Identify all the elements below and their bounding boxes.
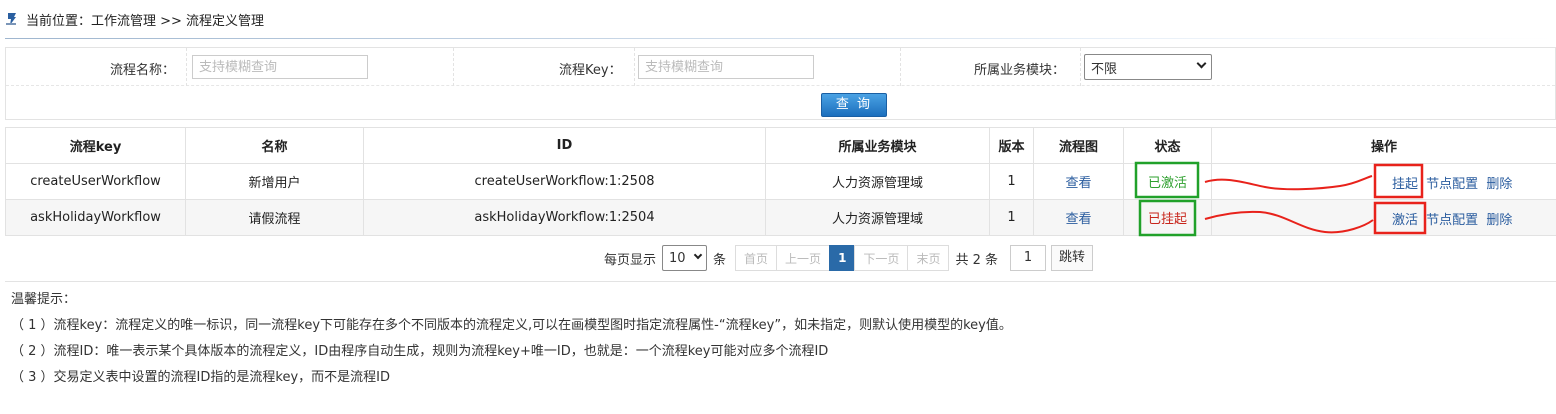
cell-module: 人力资源管理域: [765, 163, 990, 200]
cell-status: 已激活: [1123, 163, 1212, 200]
page-buttons: 首页 上一页 1 下一页 末页: [735, 245, 950, 271]
suspend-link[interactable]: 挂起: [1392, 177, 1418, 192]
search-panel: 流程名称： 流程Key： 所属业务模块： 不限 查 询: [5, 47, 1556, 120]
per-page-select[interactable]: 10: [662, 245, 708, 271]
cell-diagram: 查看: [1033, 163, 1124, 200]
process-name-input[interactable]: [192, 55, 368, 79]
col-header-id: ID: [363, 127, 766, 164]
delete-link[interactable]: 删除: [1486, 177, 1512, 192]
per-page-unit: 条: [713, 252, 727, 268]
status-text: 已挂起: [1147, 212, 1187, 227]
process-name-label: 流程名称：: [110, 63, 176, 78]
node-config-link[interactable]: 节点配置: [1426, 177, 1478, 192]
col-header-key: 流程key: [5, 127, 186, 164]
cell-actions: 挂起 节点配置 删除: [1211, 163, 1556, 200]
cell-actions: 激活 节点配置 删除: [1211, 199, 1556, 236]
table-row: askHolidayWorkflow 请假流程 askHolidayWorkfl…: [5, 199, 1556, 236]
cell-diagram: 查看: [1033, 199, 1124, 236]
divider: [453, 48, 454, 86]
business-module-value: 不限: [1091, 61, 1118, 77]
divider: [1080, 48, 1081, 86]
cell-id: createUserWorkflow:1:2508: [363, 163, 766, 200]
process-definition-table: 流程key 名称 ID 所属业务模块 版本 流程图 状态 操作 createUs…: [5, 127, 1556, 236]
breadcrumb-divider: [5, 38, 1556, 39]
goto-page-button[interactable]: 跳转: [1051, 245, 1094, 271]
last-page-button[interactable]: 末页: [907, 245, 950, 271]
col-header-actions: 操作: [1211, 127, 1556, 164]
cell-key: askHolidayWorkflow: [5, 199, 186, 236]
goto-page-input[interactable]: 1: [1010, 245, 1046, 271]
tips-panel: 温馨提示： （ 1 ）流程key：流程定义的唯一标识，同一流程key下可能存在多…: [5, 281, 1556, 414]
breadcrumb-text: 当前位置：工作流管理 >> 流程定义管理: [26, 13, 265, 29]
view-diagram-link[interactable]: 查看: [1065, 212, 1091, 227]
divider: [186, 48, 187, 86]
col-header-version: 版本: [989, 127, 1034, 164]
col-header-diagram: 流程图: [1033, 127, 1124, 164]
process-key-label: 流程Key：: [559, 63, 622, 78]
chevron-down-icon: [693, 250, 703, 260]
activate-link[interactable]: 激活: [1392, 213, 1418, 228]
table-row: createUserWorkflow 新增用户 createUserWorkfl…: [5, 163, 1556, 200]
process-key-input[interactable]: [638, 55, 814, 79]
cell-key: createUserWorkflow: [5, 163, 186, 200]
cell-module: 人力资源管理域: [765, 199, 990, 236]
cell-status: 已挂起: [1123, 199, 1212, 236]
per-page-label: 每页显示: [604, 252, 657, 268]
search-button[interactable]: 查 询: [821, 93, 887, 117]
first-page-button[interactable]: 首页: [735, 245, 778, 271]
breadcrumb: 当前位置：工作流管理 >> 流程定义管理: [5, 8, 264, 30]
col-header-name: 名称: [185, 127, 364, 164]
business-module-select[interactable]: 不限: [1084, 54, 1212, 80]
location-pin-icon: [6, 13, 16, 25]
divider: [900, 48, 901, 86]
total-count: 共 2 条: [955, 252, 998, 268]
chevron-down-icon: [1196, 58, 1207, 69]
pagination: 每页显示 10 条 首页 上一页 1 下一页 末页 共 2 条 1 跳转: [604, 244, 1094, 272]
tip-line: （ 3 ）交易定义表中设置的流程ID指的是流程key，而不是流程ID: [11, 370, 390, 385]
search-row: 流程名称： 流程Key： 所属业务模块： 不限: [6, 48, 1555, 86]
node-config-link[interactable]: 节点配置: [1426, 213, 1478, 228]
next-page-button[interactable]: 下一页: [854, 245, 909, 271]
cell-name: 新增用户: [185, 163, 364, 200]
cell-name: 请假流程: [185, 199, 364, 236]
business-module-label: 所属业务模块：: [974, 63, 1066, 78]
table-header-row: 流程key 名称 ID 所属业务模块 版本 流程图 状态 操作: [5, 127, 1556, 164]
cell-version: 1: [989, 163, 1034, 200]
tip-line: （ 1 ）流程key：流程定义的唯一标识，同一流程key下可能存在多个不同版本的…: [11, 318, 1012, 333]
divider: [634, 48, 635, 86]
delete-link[interactable]: 删除: [1486, 213, 1512, 228]
col-header-status: 状态: [1123, 127, 1212, 164]
tip-line: （ 2 ）流程ID：唯一表示某个具体版本的流程定义，ID由程序自动生成，规则为流…: [11, 344, 829, 359]
per-page-value: 10: [669, 250, 686, 266]
cell-version: 1: [989, 199, 1034, 236]
current-page-button[interactable]: 1: [829, 245, 856, 271]
col-header-module: 所属业务模块: [765, 127, 990, 164]
status-text: 已激活: [1147, 176, 1187, 191]
prev-page-button[interactable]: 上一页: [776, 245, 831, 271]
cell-id: askHolidayWorkflow:1:2504: [363, 199, 766, 236]
view-diagram-link[interactable]: 查看: [1065, 176, 1091, 191]
tips-title: 温馨提示：: [11, 292, 77, 307]
